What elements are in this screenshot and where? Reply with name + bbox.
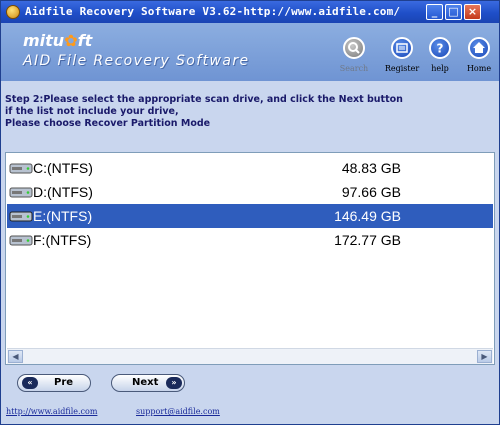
- help-label: help: [431, 64, 449, 73]
- drive-name: C:(NTFS): [33, 160, 93, 176]
- drive-size: 146.49 GB: [334, 208, 401, 224]
- horizontal-scrollbar[interactable]: ◀ ▶: [7, 348, 493, 364]
- drive-row-c[interactable]: C:(NTFS) 48.83 GB: [7, 156, 493, 180]
- instruction-line-2: if the list not include your drive,: [5, 106, 179, 117]
- app-window: Aidfile Recovery Software V3.62-http://w…: [0, 0, 500, 425]
- hard-drive-icon: [9, 211, 33, 222]
- hard-drive-icon: [9, 235, 33, 246]
- minimize-button[interactable]: _: [426, 4, 443, 20]
- home-icon: [468, 37, 490, 59]
- search-icon: [343, 37, 365, 59]
- search-label: Search: [339, 64, 369, 73]
- home-label: Home: [466, 64, 492, 73]
- app-icon: [6, 5, 20, 19]
- logo-gear-icon: ✿: [64, 31, 78, 50]
- next-label: Next: [132, 377, 159, 388]
- drive-name: D:(NTFS): [33, 184, 93, 200]
- footer: http://www.aidfile.com support@aidfile.c…: [1, 401, 499, 424]
- support-email-link[interactable]: support@aidfile.com: [136, 407, 220, 416]
- pre-label: Pre: [54, 377, 74, 388]
- drive-size: 48.83 GB: [341, 160, 401, 176]
- scroll-left-icon[interactable]: ◀: [8, 350, 23, 363]
- search-button[interactable]: Search: [332, 37, 376, 73]
- drive-list[interactable]: C:(NTFS) 48.83 GB D:(NTFS) 97.66 GB E:(N…: [5, 152, 495, 365]
- drive-size: 172.77 GB: [334, 232, 401, 248]
- brand-logo: mitu✿ft: [23, 31, 92, 50]
- logo-text-end: ft: [77, 31, 93, 50]
- logo-text-start: mitu: [23, 31, 65, 50]
- app-subtitle: AID File Recovery Software: [23, 53, 250, 69]
- register-icon: [391, 37, 413, 59]
- instruction-line-1: Step 2:Please select the appropriate sca…: [5, 94, 403, 105]
- home-button[interactable]: Home: [457, 37, 500, 73]
- next-button[interactable]: Next »: [111, 374, 185, 392]
- drive-row-d[interactable]: D:(NTFS) 97.66 GB: [7, 180, 493, 204]
- website-link[interactable]: http://www.aidfile.com: [6, 407, 97, 416]
- help-icon: ?: [429, 37, 451, 59]
- pre-button[interactable]: « Pre: [17, 374, 91, 392]
- minimize-icon: _: [431, 5, 438, 18]
- hard-drive-icon: [9, 163, 33, 174]
- drive-row-f[interactable]: F:(NTFS) 172.77 GB: [7, 228, 493, 252]
- scroll-right-icon[interactable]: ▶: [477, 350, 492, 363]
- drive-name: E:(NTFS): [33, 208, 93, 224]
- drive-size: 97.66 GB: [341, 184, 401, 200]
- window-title: Aidfile Recovery Software V3.62-http://w…: [25, 5, 401, 18]
- header-banner: mitu✿ft AID File Recovery Software Searc…: [1, 23, 499, 81]
- maximize-button[interactable]: □: [445, 4, 462, 20]
- maximize-icon: □: [448, 5, 459, 18]
- drive-name: F:(NTFS): [33, 232, 92, 248]
- close-icon: ×: [467, 5, 478, 18]
- instructions: Step 2:Please select the appropriate sca…: [5, 94, 403, 130]
- close-button[interactable]: ×: [464, 4, 481, 20]
- hard-drive-icon: [9, 187, 33, 198]
- double-chevron-left-icon: «: [22, 377, 38, 389]
- double-chevron-right-icon: »: [166, 377, 182, 389]
- instruction-line-3: Please choose Recover Partition Mode: [5, 118, 211, 129]
- help-button[interactable]: ? help: [418, 37, 462, 73]
- svg-text:?: ?: [437, 42, 444, 56]
- drive-row-e[interactable]: E:(NTFS) 146.49 GB: [7, 204, 493, 228]
- title-bar[interactable]: Aidfile Recovery Software V3.62-http://w…: [1, 1, 499, 23]
